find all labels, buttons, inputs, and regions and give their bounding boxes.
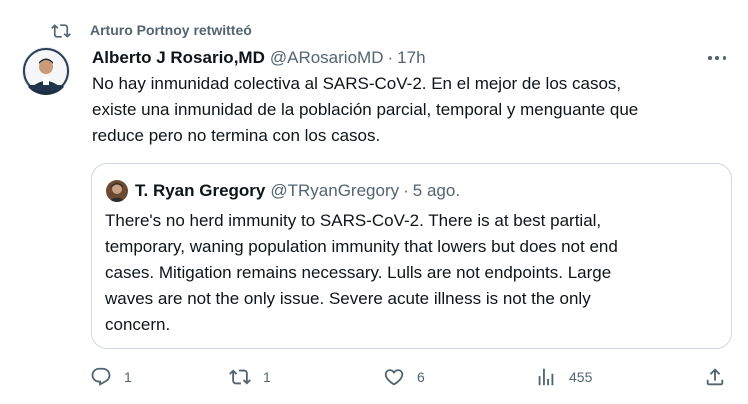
- reply-icon: [91, 367, 111, 386]
- tweet-header: Alberto J Rosario,MD @ARosarioMD · 17h: [92, 46, 426, 70]
- separator-dot: ·: [403, 181, 409, 200]
- retweet-button[interactable]: 1: [229, 362, 271, 392]
- retweet-icon: [229, 369, 251, 385]
- reply-button[interactable]: 1: [90, 362, 132, 392]
- quote-timestamp: 5 ago.: [412, 181, 461, 200]
- heart-icon: [384, 369, 404, 386]
- share-icon: [706, 368, 724, 386]
- quote-author-name: T. Ryan Gregory: [135, 181, 266, 200]
- tweet-timestamp[interactable]: 17h: [397, 48, 425, 68]
- reply-count: 1: [124, 369, 132, 385]
- views-chart-icon: [538, 368, 554, 386]
- views-button[interactable]: 455: [535, 362, 592, 392]
- retweet-icon: [51, 24, 71, 38]
- like-count: 6: [417, 369, 425, 385]
- quote-text: There's no herd immunity to SARS-CoV-2. …: [105, 211, 618, 334]
- more-options-icon[interactable]: [706, 48, 728, 68]
- action-bar: 1 1 6 455: [0, 362, 748, 392]
- quote-author-avatar: [106, 180, 128, 202]
- share-button[interactable]: [704, 362, 726, 392]
- quote-header: T. Ryan Gregory @TRyanGregory · 5 ago.: [135, 180, 460, 202]
- view-count: 455: [569, 369, 593, 385]
- author-avatar[interactable]: [22, 47, 70, 95]
- like-button[interactable]: 6: [383, 362, 425, 392]
- retweet-label[interactable]: Arturo Portnoy retwitteó: [90, 22, 252, 38]
- quoted-tweet-card[interactable]: T. Ryan Gregory @TRyanGregory · 5 ago. T…: [91, 163, 732, 349]
- tweet-text: No hay inmunidad colectiva al SARS-CoV-2…: [92, 74, 639, 145]
- quote-author-handle: @TRyanGregory: [270, 181, 400, 200]
- separator-dot: ·: [387, 48, 394, 67]
- author-handle[interactable]: @ARosarioMD: [270, 48, 384, 68]
- author-name[interactable]: Alberto J Rosario,MD: [92, 48, 265, 68]
- retweet-count: 1: [263, 369, 271, 385]
